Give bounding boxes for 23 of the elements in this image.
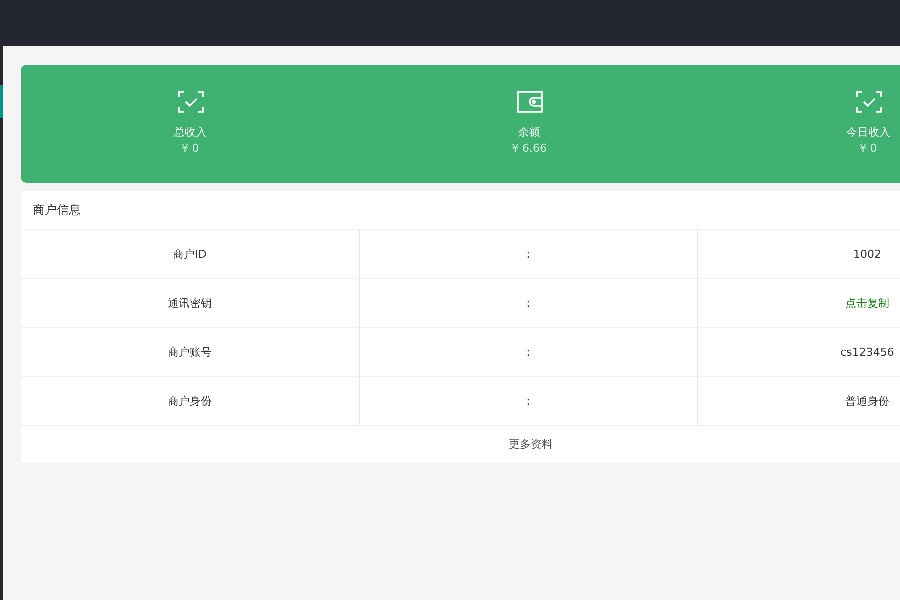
field-value: 普通身份 xyxy=(846,394,890,408)
field-value: cs123456 xyxy=(840,346,894,358)
separator: : xyxy=(526,394,530,408)
separator: : xyxy=(526,346,530,358)
scan-check-icon xyxy=(178,91,204,113)
field-value: 1002 xyxy=(854,248,882,260)
separator: : xyxy=(526,248,530,260)
scan-check-icon xyxy=(856,91,882,113)
stat-value: ¥ 0 xyxy=(182,141,200,157)
more-link[interactable]: 更多资料 xyxy=(509,437,553,452)
stat-label: 今日收入 xyxy=(846,125,890,141)
stat-value: ¥ 0 xyxy=(860,141,878,157)
copy-link[interactable]: 点击复制 xyxy=(846,296,890,310)
field-label: 商户身份 xyxy=(168,394,212,408)
stat-label: 总收入 xyxy=(174,125,207,141)
field-label: 商户账号 xyxy=(168,344,212,360)
field-label: 通讯密钥 xyxy=(168,296,212,310)
stat-label: 余额 xyxy=(518,125,540,141)
separator: : xyxy=(526,296,530,310)
card-title: 商户信息 xyxy=(33,202,81,218)
wallet-icon xyxy=(516,91,542,113)
stat-value: ¥ 6.66 xyxy=(512,141,547,157)
field-label: 商户ID xyxy=(173,246,207,262)
